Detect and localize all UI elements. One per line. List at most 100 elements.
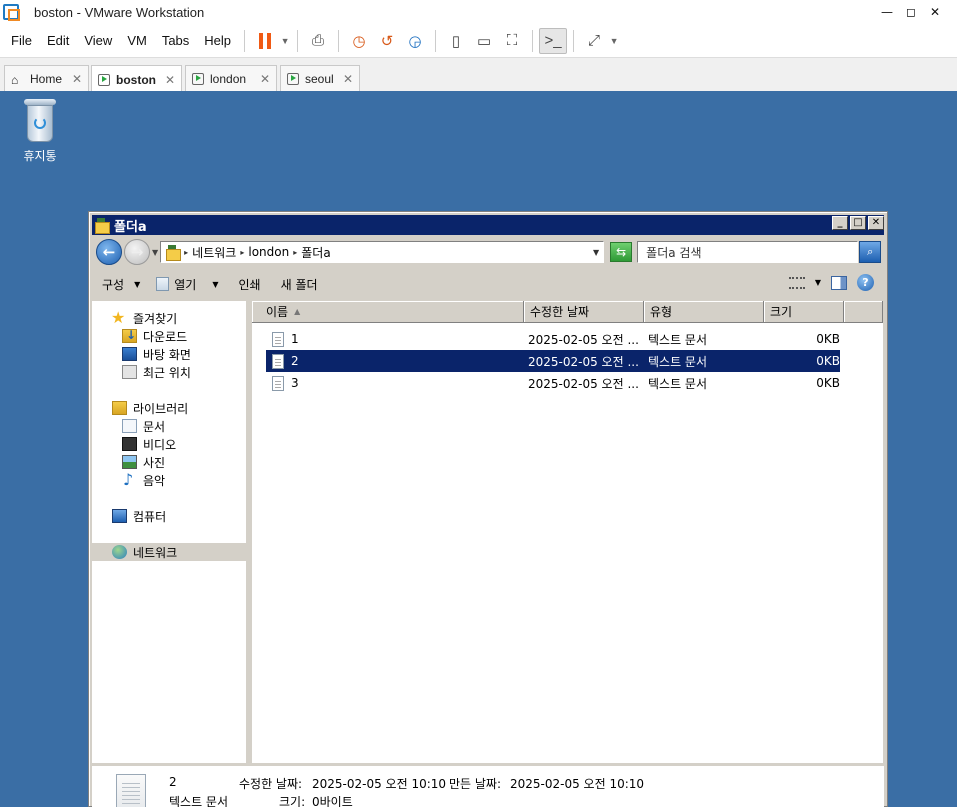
nav-item-downloads[interactable]: 다운로드 xyxy=(92,327,246,345)
print-button[interactable]: 인쇄 xyxy=(227,276,269,293)
text-file-icon xyxy=(272,331,284,347)
recent-pages-dropdown-icon[interactable]: ▼ xyxy=(152,248,158,257)
nav-label: 문서 xyxy=(143,419,166,434)
back-button[interactable]: ← xyxy=(96,239,122,265)
show-library-button[interactable]: ▯ xyxy=(442,28,470,54)
toolbar-separator xyxy=(297,29,299,52)
search-button[interactable]: ⌕ xyxy=(859,241,882,263)
column-header-size[interactable]: 크기 xyxy=(764,301,844,323)
menu-file[interactable]: File xyxy=(0,33,39,48)
file-row[interactable]: 1 2025-02-05 오전 ... 텍스트 문서 0KB xyxy=(266,328,840,350)
column-header-modified[interactable]: 수정한 날짜 xyxy=(524,301,644,323)
stretch-dropdown-icon[interactable]: ▼ xyxy=(608,36,620,46)
address-bar[interactable]: ▸ 네트워크 ▸ london ▸ 폴더a ▼ xyxy=(160,241,605,263)
file-size: 0KB xyxy=(816,354,840,368)
open-label: 열기 xyxy=(174,277,197,292)
send-ctrl-alt-del-button[interactable]: ⎙ xyxy=(304,28,332,54)
maximize-icon[interactable]: □ xyxy=(850,216,866,230)
nav-item-videos[interactable]: 비디오 xyxy=(92,435,246,453)
help-icon[interactable]: ? xyxy=(857,274,874,291)
close-tab-icon[interactable]: ✕ xyxy=(165,73,175,87)
file-row-selected[interactable]: 2 2025-02-05 오전 ... 텍스트 문서 0KB xyxy=(266,350,840,372)
breadcrumb-arrow-icon[interactable]: ▸ xyxy=(184,248,188,257)
navigation-pane: 즐겨찾기 다운로드 바탕 화면 최근 위치 라이브러리 문서 xyxy=(92,301,249,763)
menu-tabs[interactable]: Tabs xyxy=(154,33,196,48)
nav-item-documents[interactable]: 문서 xyxy=(92,417,246,435)
preview-pane-icon[interactable] xyxy=(831,275,847,290)
menu-vm[interactable]: VM xyxy=(119,33,154,48)
guest-desktop[interactable]: 휴지통 폴더a _ □ ✕ ← → ▼ ▸ 네트워크 ▸ london ▸ 폴더… xyxy=(0,91,957,807)
maximize-icon[interactable]: ◻ xyxy=(899,2,923,22)
nav-label: 다운로드 xyxy=(143,329,188,344)
stretch-guest-button[interactable]: ⤢ xyxy=(580,28,608,54)
open-button[interactable]: 열기 ▼ xyxy=(148,276,226,293)
minimize-icon[interactable]: _ xyxy=(832,216,848,230)
recycle-bin[interactable]: 휴지통 xyxy=(18,99,62,164)
minimize-icon[interactable]: — xyxy=(875,2,899,22)
search-input[interactable]: 폴더a 검색 ⌕ xyxy=(637,241,882,263)
snapshot-revert-button[interactable]: ↺ xyxy=(373,28,401,54)
vm-running-icon xyxy=(192,73,204,85)
tab-boston[interactable]: boston ✕ xyxy=(91,65,182,93)
nav-item-libraries[interactable]: 라이브러리 xyxy=(92,399,246,417)
toolbar-separator xyxy=(338,29,340,52)
organize-dropdown-icon: ▼ xyxy=(134,279,141,289)
column-label: 수정한 날짜 xyxy=(530,305,590,319)
new-folder-button[interactable]: 새 폴더 xyxy=(269,276,326,293)
open-dropdown-icon[interactable]: ▼ xyxy=(212,280,218,289)
address-dropdown-icon[interactable]: ▼ xyxy=(593,248,599,257)
column-label: 이름 xyxy=(266,305,289,319)
change-view-icon[interactable] xyxy=(788,276,805,289)
close-tab-icon[interactable]: ✕ xyxy=(343,72,353,86)
new-folder-label: 새 폴더 xyxy=(280,277,318,292)
console-view-button[interactable]: >_ xyxy=(539,27,568,54)
thumbnail-bar-button[interactable]: ▭ xyxy=(470,28,498,54)
breadcrumb-arrow-icon[interactable]: ▸ xyxy=(293,248,297,257)
details-size-value: 0바이트 xyxy=(312,795,353,807)
file-modified: 2025-02-05 오전 ... xyxy=(528,354,639,369)
nav-item-recent[interactable]: 최근 위치 xyxy=(92,363,246,381)
menu-help[interactable]: Help xyxy=(196,33,238,48)
power-dropdown-icon[interactable]: ▼ xyxy=(279,36,291,46)
close-icon[interactable]: ✕ xyxy=(923,2,947,22)
close-tab-icon[interactable]: ✕ xyxy=(260,72,270,86)
nav-item-desktop[interactable]: 바탕 화면 xyxy=(92,345,246,363)
vmware-logo-icon xyxy=(3,4,20,21)
command-bar: 구성 ▼ 열기 ▼ 인쇄 새 폴더 ▼ ? xyxy=(92,268,884,300)
refresh-button[interactable]: ⇆ xyxy=(610,242,633,262)
text-file-icon xyxy=(272,353,284,369)
breadcrumb-london[interactable]: london xyxy=(248,245,289,259)
pause-icon xyxy=(259,32,272,49)
nav-item-pictures[interactable]: 사진 xyxy=(92,453,246,471)
file-row[interactable]: 3 2025-02-05 오전 ... 텍스트 문서 0KB xyxy=(266,372,840,394)
explorer-title: 폴더a xyxy=(114,219,147,235)
nav-item-music[interactable]: 음악 xyxy=(92,470,246,489)
menu-edit[interactable]: Edit xyxy=(39,33,76,48)
breadcrumb-folder[interactable]: 폴더a xyxy=(301,244,330,261)
tab-home[interactable]: ⌂ Home ✕ xyxy=(4,65,89,92)
forward-button[interactable]: → xyxy=(124,239,150,265)
nav-label: 네트워크 xyxy=(133,545,178,560)
snapshot-take-button[interactable]: ◷ xyxy=(345,28,373,54)
column-header-type[interactable]: 유형 xyxy=(644,301,764,323)
breadcrumb-arrow-icon[interactable]: ▸ xyxy=(240,248,244,257)
explorer-titlebar[interactable]: 폴더a _ □ ✕ xyxy=(92,215,884,235)
column-header-name[interactable]: 이름 ▲ xyxy=(252,301,524,323)
documents-icon xyxy=(122,419,137,433)
menu-view[interactable]: View xyxy=(76,33,119,48)
suspend-button[interactable] xyxy=(251,28,279,54)
window-title: boston - VMware Workstation xyxy=(34,4,205,20)
recent-places-icon xyxy=(122,365,137,379)
organize-button[interactable]: 구성 ▼ xyxy=(92,276,148,293)
nav-item-favorites[interactable]: 즐겨찾기 xyxy=(92,308,246,327)
breadcrumb-network[interactable]: 네트워크 xyxy=(192,244,236,261)
close-icon[interactable]: ✕ xyxy=(868,216,884,230)
tab-london[interactable]: london ✕ xyxy=(185,65,277,92)
nav-item-network[interactable]: 네트워크 xyxy=(92,543,246,561)
snapshot-manager-button[interactable]: ◶ xyxy=(401,28,429,54)
tab-seoul[interactable]: seoul ✕ xyxy=(280,65,360,92)
close-tab-icon[interactable]: ✕ xyxy=(72,72,82,86)
full-screen-button[interactable]: ⛶ xyxy=(498,28,526,54)
nav-item-computer[interactable]: 컴퓨터 xyxy=(92,507,246,525)
view-dropdown-icon[interactable]: ▼ xyxy=(815,278,821,287)
